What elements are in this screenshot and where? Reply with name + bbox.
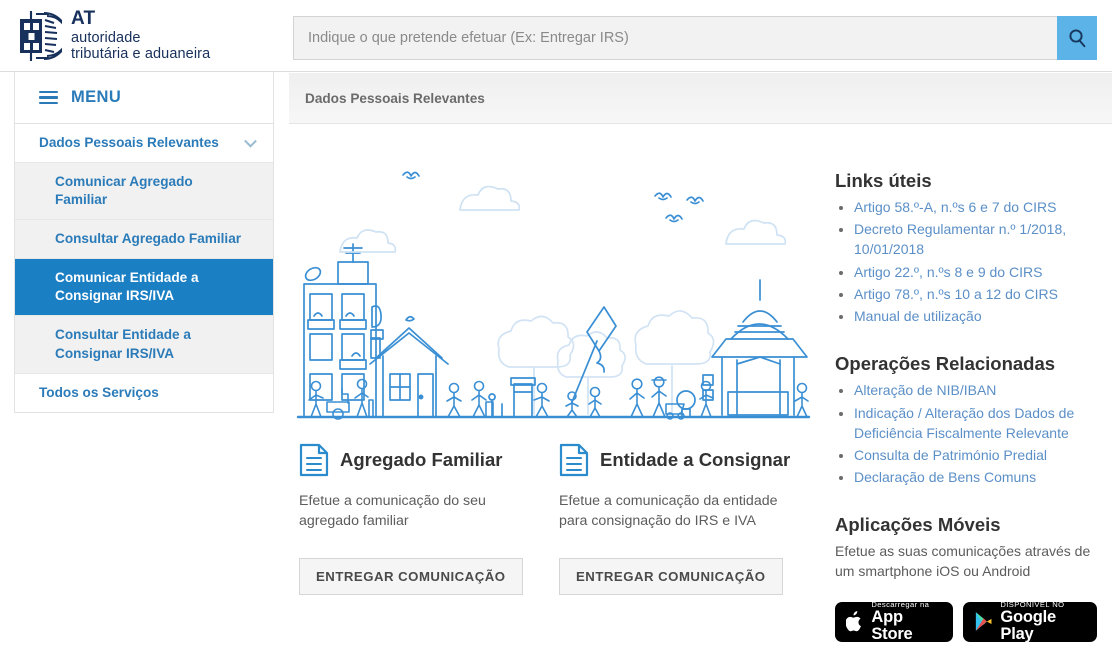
app-store-badge[interactable]: Descarregar na App Store [835,601,954,642]
brand-text: AT autoridade tributária e aduaneira [71,8,210,63]
menu-toggle[interactable]: MENU [14,72,274,124]
entregar-comunicacao-button-entidade[interactable]: ENTREGAR COMUNICAÇÃO [559,558,783,596]
app-store-big: App Store [871,607,913,643]
operacao-item[interactable]: Consulta de Património Predial [835,446,1097,466]
sidebar: MENU Dados Pessoais Relevantes Comunicar… [14,72,274,413]
sidebar-item-todos-servicos[interactable]: Todos os Serviços [15,373,273,412]
app-badges: Descarregar na App Store DISPONÍVEL NO G… [835,601,1097,642]
brand-logo[interactable]: AT autoridade tributária e aduaneira [0,8,286,63]
sidebar-item-label: Consultar Entidade a Consignar IRS/IVA [55,327,191,361]
link-item[interactable]: Decreto Regulamentar n.º 1/2018, 10/01/2… [835,220,1097,260]
link-item[interactable]: Manual de utilização [835,307,1097,327]
document-icon [559,443,589,477]
aplicacoes-moveis-text: Efetue as suas comunicações através de u… [835,543,1091,579]
operacoes-list: Alteração de NIB/IBAN Indicação / Altera… [835,381,1097,488]
card-description: Efetue a comunicação da entidade para co… [559,493,778,529]
app-store-text: Descarregar na App Store [871,601,942,642]
operacao-item[interactable]: Alteração de NIB/IBAN [835,381,1097,401]
page-root: AT autoridade tributária e aduaneira MEN… [0,0,1112,660]
links-uteis-title: Links úteis [835,170,932,191]
hamburger-icon [39,90,58,105]
menu-list: Dados Pessoais Relevantes Comunicar Agre… [14,124,274,413]
breadcrumb-bar: Dados Pessoais Relevantes [289,73,1112,124]
sidebar-item-label: Comunicar Agregado Familiar [55,174,193,208]
link-item[interactable]: Artigo 58.º-A, n.ºs 6 e 7 do CIRS [835,198,1097,218]
chevron-down-icon [244,134,257,148]
main-content: Agregado Familiar Efetue a comunicação d… [289,124,1112,660]
portugal-shield-icon [20,10,62,61]
sidebar-item-label: Consultar Agregado Familiar [55,231,242,247]
links-uteis-list: Artigo 58.º-A, n.ºs 6 e 7 do CIRS Decret… [835,198,1097,327]
card-title: Agregado Familiar [340,449,503,470]
sidebar-item-label: Todos os Serviços [39,384,159,400]
sidebar-item-consultar-agregado[interactable]: Consultar Agregado Familiar [15,220,273,260]
sidebar-item-comunicar-entidade[interactable]: Comunicar Entidade a Consignar IRS/IVA [15,259,273,317]
search-icon [1068,28,1085,47]
entregar-comunicacao-button-agregado[interactable]: ENTREGAR COMUNICAÇÃO [299,558,523,596]
link-item[interactable]: Artigo 78.º, n.ºs 10 a 12 do CIRS [835,285,1097,305]
card-description: Efetue a comunicação do seu agregado fam… [299,493,486,529]
operacao-item[interactable]: Declaração de Bens Comuns [835,468,1097,488]
google-play-text: DISPONÍVEL NO Google Play [1000,601,1086,642]
google-play-badge[interactable]: DISPONÍVEL NO Google Play [963,601,1097,642]
breadcrumb: Dados Pessoais Relevantes [305,90,485,106]
google-play-big: Google Play [1000,607,1057,643]
link-item[interactable]: Artigo 22.º, n.ºs 8 e 9 do CIRS [835,263,1097,283]
sidebar-item-consultar-entidade[interactable]: Consultar Entidade a Consignar IRS/IVA [15,316,273,374]
city-scene-illustration [296,171,811,420]
sidebar-section-dados-pessoais[interactable]: Dados Pessoais Relevantes [15,124,273,164]
search-bar [293,16,1097,60]
brand-line-2: autoridade [71,29,141,46]
brand-line-3: tributária e aduaneira [71,46,211,63]
apple-icon [846,610,861,632]
right-rail: Links úteis Artigo 58.º-A, n.ºs 6 e 7 do… [835,170,1097,642]
search-input[interactable] [293,16,1057,60]
search-button[interactable] [1057,16,1097,60]
aplicacoes-moveis-title: Aplicações Móveis [835,514,1001,536]
operacao-item[interactable]: Indicação / Alteração dos Dados de Defic… [835,404,1097,444]
card-title: Entidade a Consignar [600,449,791,470]
sidebar-section-label: Dados Pessoais Relevantes [39,135,219,150]
sidebar-item-comunicar-agregado[interactable]: Comunicar Agregado Familiar [15,163,273,221]
card-agregado-familiar: Agregado Familiar Efetue a comunicação d… [299,442,559,596]
google-play-icon [975,612,992,632]
operacoes-relacionadas-title: Operações Relacionadas [835,353,1056,375]
sidebar-item-label: Comunicar Entidade a Consignar IRS/IVA [55,270,199,304]
card-header: Agregado Familiar [299,442,559,478]
service-cards: Agregado Familiar Efetue a comunicação d… [299,442,819,596]
document-icon [299,443,329,477]
card-header: Entidade a Consignar [559,442,819,478]
top-header: AT autoridade tributária e aduaneira [0,0,1112,72]
brand-line-1: AT [71,8,96,30]
card-entidade-consignar: Entidade a Consignar Efetue a comunicaçã… [559,442,819,596]
menu-label: MENU [71,88,122,106]
